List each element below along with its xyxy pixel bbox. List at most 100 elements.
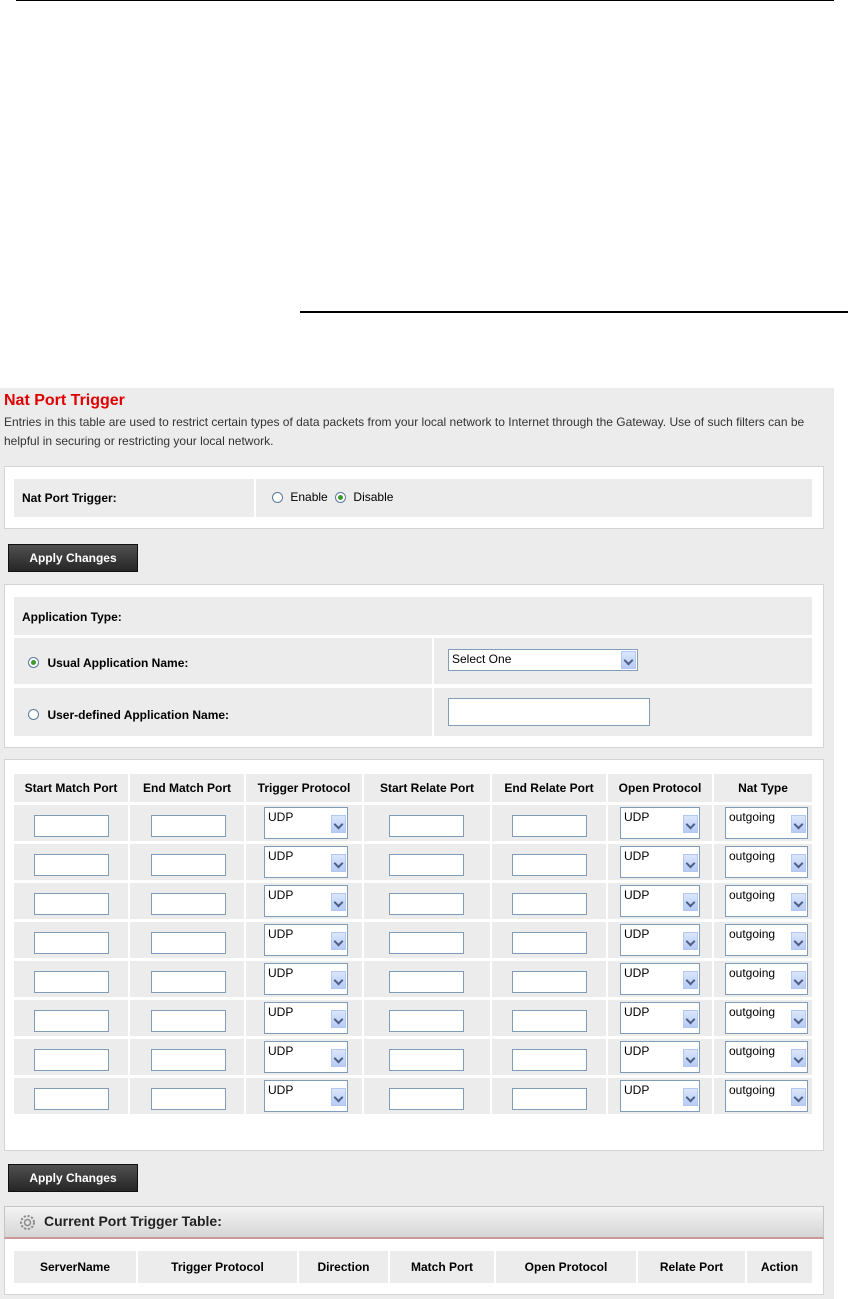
chevron-down-icon [683, 932, 698, 950]
end-match-port-input[interactable] [151, 893, 226, 915]
trigger-protocol-select[interactable]: UDP [264, 885, 348, 917]
chevron-down-icon [683, 815, 698, 833]
start-match-port-input[interactable] [34, 815, 109, 837]
end-relate-port-input[interactable] [512, 1088, 587, 1110]
trigger-protocol-select-value: UDP [268, 927, 294, 941]
end-relate-port-input[interactable] [512, 893, 587, 915]
nat-type-select[interactable]: outgoing [725, 846, 808, 878]
current-header-label: ServerName [39, 1260, 111, 1274]
end-match-port-input[interactable] [151, 1049, 226, 1071]
open-protocol-select[interactable]: UDP [620, 807, 700, 839]
chevron-down-icon [331, 1088, 346, 1106]
chevron-down-icon [331, 1010, 346, 1028]
start-match-port-input[interactable] [34, 1049, 109, 1071]
open-protocol-select[interactable]: UDP [620, 885, 700, 917]
start-match-port-input[interactable] [34, 932, 109, 954]
chevron-down-icon [791, 1049, 806, 1067]
current-header-label: Match Port [410, 1260, 473, 1274]
start-relate-port-input[interactable] [389, 1010, 464, 1032]
trigger-protocol-select[interactable]: UDP [264, 1002, 348, 1034]
port-header-label: End Relate Port [504, 781, 594, 795]
nat-type-select[interactable]: outgoing [725, 963, 808, 995]
end-relate-port-input[interactable] [512, 854, 587, 876]
chevron-down-icon [791, 1088, 806, 1106]
disable-radio[interactable] [335, 492, 347, 504]
current-header-label: Trigger Protocol [171, 1260, 264, 1274]
open-protocol-select[interactable]: UDP [620, 924, 700, 956]
usual-app-select[interactable]: Select One [448, 649, 638, 671]
chevron-down-icon [683, 971, 698, 989]
open-protocol-select-value: UDP [624, 966, 650, 980]
user-app-radio[interactable] [28, 709, 39, 721]
end-relate-port-input[interactable] [512, 971, 587, 993]
trigger-protocol-select-value: UDP [268, 1044, 294, 1058]
open-protocol-select-value: UDP [624, 1005, 650, 1019]
end-relate-port-input[interactable] [512, 932, 587, 954]
nat-type-select-value: outgoing [729, 810, 776, 824]
end-match-port-input[interactable] [151, 932, 226, 954]
top-divider [16, 0, 834, 1]
end-match-port-input[interactable] [151, 971, 226, 993]
start-relate-port-input[interactable] [389, 893, 464, 915]
trigger-protocol-select[interactable]: UDP [264, 1080, 348, 1112]
start-match-port-input[interactable] [34, 893, 109, 915]
end-match-port-input[interactable] [151, 1010, 226, 1032]
usual-app-select-value: Select One [452, 652, 512, 666]
nat-type-select[interactable]: outgoing [725, 885, 808, 917]
start-relate-port-input[interactable] [389, 854, 464, 876]
open-protocol-select[interactable]: UDP [620, 1002, 700, 1034]
usual-app-radio[interactable] [28, 657, 39, 669]
open-protocol-select-value: UDP [624, 1044, 650, 1058]
chevron-down-icon [791, 854, 806, 872]
nat-type-select-value: outgoing [729, 927, 776, 941]
page-description: Entries in this table are used to restri… [4, 415, 805, 448]
start-match-port-input[interactable] [34, 854, 109, 876]
usual-app-row: Usual Application Name: [28, 654, 188, 672]
open-protocol-select-value: UDP [624, 810, 650, 824]
end-match-port-input[interactable] [151, 854, 226, 876]
start-relate-port-input[interactable] [389, 1088, 464, 1110]
end-relate-port-input[interactable] [512, 1010, 587, 1032]
open-protocol-select[interactable]: UDP [620, 846, 700, 878]
user-app-label: User-defined Application Name: [47, 708, 230, 722]
nat-type-select-value: outgoing [729, 1083, 776, 1097]
nat-type-select[interactable]: outgoing [725, 1080, 808, 1112]
enable-radio[interactable] [272, 492, 283, 504]
start-relate-port-input[interactable] [389, 815, 464, 837]
end-match-port-input[interactable] [151, 1088, 226, 1110]
nat-type-select-value: outgoing [729, 888, 776, 902]
end-relate-port-input[interactable] [512, 1049, 587, 1071]
start-match-port-input[interactable] [34, 1088, 109, 1110]
end-match-port-input[interactable] [151, 815, 226, 837]
trigger-protocol-select-value: UDP [268, 966, 294, 980]
start-match-port-input[interactable] [34, 971, 109, 993]
nat-type-select[interactable]: outgoing [725, 1002, 808, 1034]
port-header-label: End Match Port [142, 781, 231, 795]
start-relate-port-input[interactable] [389, 971, 464, 993]
nat-type-select[interactable]: outgoing [725, 807, 808, 839]
trigger-protocol-select[interactable]: UDP [264, 924, 348, 956]
open-protocol-select[interactable]: UDP [620, 963, 700, 995]
trigger-protocol-select[interactable]: UDP [264, 807, 348, 839]
trigger-protocol-select[interactable]: UDP [264, 963, 348, 995]
trigger-protocol-select-value: UDP [268, 849, 294, 863]
trigger-protocol-select[interactable]: UDP [264, 1041, 348, 1073]
start-relate-port-input[interactable] [389, 1049, 464, 1071]
nat-type-select[interactable]: outgoing [725, 924, 808, 956]
chevron-down-icon [791, 971, 806, 989]
chevron-down-icon [791, 893, 806, 911]
chevron-down-icon [683, 1049, 698, 1067]
open-protocol-select[interactable]: UDP [620, 1080, 700, 1112]
chevron-down-icon [791, 1010, 806, 1028]
apply-changes-button-top[interactable]: Apply Changes [8, 544, 138, 572]
apply-changes-button-bottom[interactable]: Apply Changes [8, 1164, 138, 1192]
user-app-input[interactable] [448, 698, 650, 726]
port-header-label: Start Relate Port [379, 781, 475, 795]
nat-type-select[interactable]: outgoing [725, 1041, 808, 1073]
trigger-protocol-select[interactable]: UDP [264, 846, 348, 878]
open-protocol-select[interactable]: UDP [620, 1041, 700, 1073]
app-type-row [14, 597, 812, 635]
end-relate-port-input[interactable] [512, 815, 587, 837]
start-relate-port-input[interactable] [389, 932, 464, 954]
start-match-port-input[interactable] [34, 1010, 109, 1032]
